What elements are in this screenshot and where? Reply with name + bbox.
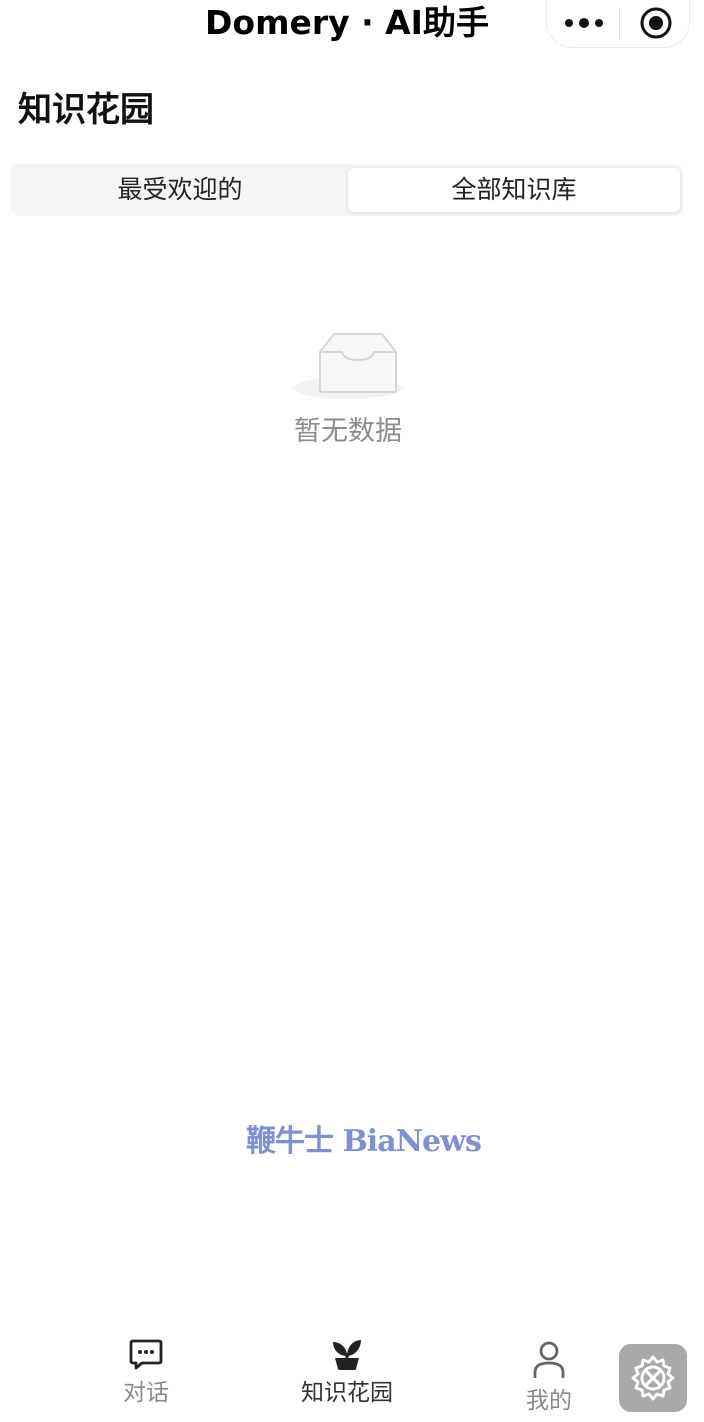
more-dots-icon[interactable]	[563, 10, 605, 36]
tabbar-label-chat: 对话	[123, 1380, 169, 1406]
empty-state-text: 暂无数据	[294, 416, 402, 447]
tabbar-label-mine: 我的	[526, 1388, 572, 1414]
tab-all-knowledge-bases[interactable]: 全部知识库	[348, 168, 680, 212]
tab-most-popular[interactable]: 最受欢迎的	[14, 168, 346, 212]
person-icon	[533, 1341, 565, 1378]
tabbar-item-chat[interactable]: 对话	[81, 1336, 211, 1410]
tabbar-item-knowledge-garden[interactable]: 知识花园	[282, 1336, 412, 1410]
target-circle-icon[interactable]	[639, 6, 673, 40]
tools-gear-icon	[631, 1355, 675, 1401]
sprout-icon	[333, 1340, 361, 1370]
tabbar-label-knowledge-garden: 知识花园	[301, 1380, 393, 1406]
empty-inbox-icon	[294, 333, 402, 399]
chat-bubble-icon	[129, 1339, 163, 1370]
tabbar-item-mine[interactable]: 我的	[484, 1340, 614, 1418]
segmented-control: 最受欢迎的 全部知识库	[11, 164, 683, 216]
empty-state: 暂无数据	[252, 326, 444, 452]
page-title: 知识花园	[18, 90, 154, 130]
bottom-tab-bar: 对话 知识花园 我的	[0, 1330, 704, 1422]
floating-tools-button[interactable]	[619, 1344, 687, 1412]
mini-program-capsule	[546, 0, 690, 48]
watermark-logo: 鞭牛士 BiaNews	[246, 1124, 482, 1159]
capsule-divider	[619, 8, 620, 40]
